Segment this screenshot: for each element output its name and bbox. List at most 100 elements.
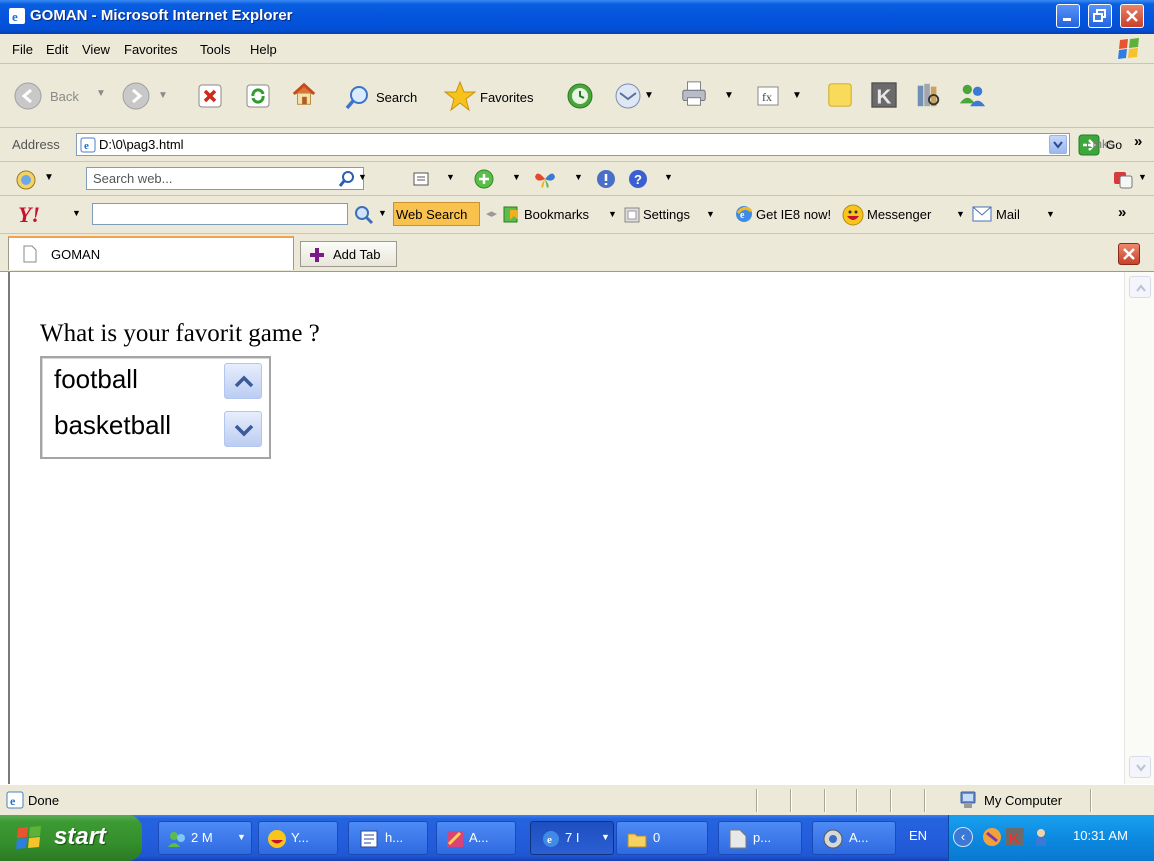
taskbar-item-active[interactable]: e 7 I ▼ bbox=[530, 821, 614, 855]
taskbar-item-label: 0 bbox=[653, 830, 661, 845]
option-football[interactable]: football bbox=[54, 364, 138, 395]
info-circle-icon[interactable] bbox=[596, 169, 616, 189]
scrollbar-up-button[interactable] bbox=[1129, 276, 1151, 298]
print-icon[interactable] bbox=[680, 80, 708, 108]
refresh-icon[interactable] bbox=[244, 82, 272, 110]
taskbar-item[interactable]: 0 bbox=[616, 821, 708, 855]
yahoo-dropdown-icon[interactable]: ▼ bbox=[72, 208, 81, 218]
help-circle-icon[interactable]: ? bbox=[628, 169, 648, 189]
add-tab-button[interactable]: Add Tab bbox=[300, 241, 397, 267]
taskbar-item[interactable]: 2 M ▼ bbox=[158, 821, 252, 855]
edit-dropdown-icon[interactable]: ▼ bbox=[792, 90, 802, 101]
file-icon bbox=[729, 829, 747, 849]
tray-expand-button[interactable]: ‹ bbox=[953, 827, 973, 847]
yahoo-logo[interactable]: Y! bbox=[18, 202, 40, 228]
tray-k-icon[interactable]: K bbox=[1005, 827, 1025, 847]
taskbar-group-arrow-icon: ▼ bbox=[601, 832, 610, 842]
yahoo-search-dropdown-icon[interactable]: ▼ bbox=[378, 208, 387, 218]
mail-button[interactable]: Mail ▼ bbox=[972, 203, 1058, 227]
web-search-input[interactable]: Search web... bbox=[86, 167, 364, 190]
favorites-button[interactable]: Favorites bbox=[444, 80, 554, 112]
search-button[interactable]: Search bbox=[344, 82, 436, 112]
tab-goman[interactable]: GOMAN bbox=[8, 236, 294, 270]
taskbar-item[interactable]: A... bbox=[812, 821, 896, 855]
game-select-listbox[interactable]: football basketball bbox=[40, 356, 271, 459]
messenger-buddies-icon[interactable] bbox=[958, 81, 986, 109]
links-label[interactable]: Links bbox=[1086, 137, 1114, 151]
taskbar-item[interactable]: Y... bbox=[258, 821, 338, 855]
taskbar-item[interactable]: h... bbox=[348, 821, 428, 855]
history-icon[interactable] bbox=[566, 82, 594, 110]
menu-edit[interactable]: Edit bbox=[46, 42, 68, 57]
mail-icon[interactable] bbox=[614, 82, 642, 110]
back-button[interactable]: Back ▼ bbox=[14, 82, 126, 112]
status-divider bbox=[1090, 789, 1092, 812]
taskbar-item-label: 7 I bbox=[565, 830, 580, 845]
blank-page-icon bbox=[23, 245, 37, 263]
messenger-button[interactable]: Messenger ▼ bbox=[842, 203, 966, 227]
tray-user-icon[interactable] bbox=[1031, 827, 1051, 847]
question-text: What is your favorit game ? bbox=[40, 320, 320, 347]
taskbar-item-label: p... bbox=[753, 830, 772, 845]
taskbar-item[interactable]: p... bbox=[718, 821, 802, 855]
close-button[interactable] bbox=[1120, 4, 1144, 28]
address-input[interactable]: e D:\0\pag3.html bbox=[76, 133, 1070, 156]
scroll-down-button[interactable] bbox=[224, 411, 262, 447]
mail-dropdown-icon[interactable]: ▼ bbox=[644, 90, 654, 101]
search-engine-dropdown-icon[interactable]: ▼ bbox=[44, 172, 54, 183]
print-dropdown-icon[interactable]: ▼ bbox=[724, 90, 734, 101]
forward-button[interactable]: ▼ bbox=[122, 82, 174, 112]
taskbar-item[interactable]: A... bbox=[436, 821, 516, 855]
search-options-dropdown-icon[interactable]: ▼ bbox=[358, 172, 367, 182]
butterfly-icon[interactable] bbox=[534, 169, 556, 189]
address-dropdown-button[interactable] bbox=[1049, 135, 1067, 154]
yahoo-search-input[interactable] bbox=[92, 203, 348, 225]
butterfly-dropdown-icon[interactable]: ▼ bbox=[574, 172, 583, 182]
translate-icon[interactable] bbox=[1112, 168, 1134, 190]
yahoo-more-chevron[interactable]: » bbox=[1118, 204, 1126, 221]
sticky-note-icon[interactable] bbox=[826, 81, 854, 109]
menu-view[interactable]: View bbox=[82, 42, 110, 57]
status-divider bbox=[890, 789, 892, 812]
title-bar[interactable]: e GOMAN - Microsoft Internet Explorer bbox=[0, 0, 1154, 34]
highlight-icon[interactable] bbox=[412, 170, 430, 188]
clock[interactable]: 10:31 AM bbox=[1073, 828, 1128, 843]
scrollbar-down-button[interactable] bbox=[1129, 756, 1151, 778]
bookmarks-button[interactable]: Bookmarks ▼ bbox=[502, 203, 618, 227]
web-search-button[interactable]: Web Search bbox=[393, 202, 480, 226]
home-icon[interactable] bbox=[290, 80, 318, 108]
windows-logo-icon bbox=[1118, 38, 1139, 59]
tray-messenger-icon[interactable] bbox=[981, 827, 1003, 847]
yahoo-search-icon[interactable] bbox=[354, 205, 374, 225]
search-engine-icon[interactable] bbox=[16, 170, 36, 190]
search-label: Search bbox=[376, 90, 418, 105]
highlight-dropdown-icon[interactable]: ▼ bbox=[446, 172, 455, 182]
chevron-up-icon bbox=[234, 375, 254, 388]
option-basketball[interactable]: basketball bbox=[54, 410, 171, 441]
stop-icon[interactable] bbox=[196, 82, 224, 110]
links-chevron[interactable]: » bbox=[1134, 133, 1142, 150]
add-green-icon[interactable] bbox=[474, 169, 494, 189]
menu-tools[interactable]: Tools bbox=[200, 42, 230, 57]
settings-button[interactable]: Settings ▼ bbox=[624, 203, 718, 227]
get-ie8-button[interactable]: e Get IE8 now! bbox=[734, 203, 840, 227]
menu-file[interactable]: File bbox=[12, 42, 33, 57]
add-dropdown-icon[interactable]: ▼ bbox=[512, 172, 521, 182]
k-app-icon[interactable]: K bbox=[870, 81, 898, 109]
close-tab-button[interactable] bbox=[1118, 243, 1140, 265]
start-button[interactable]: start bbox=[0, 815, 142, 861]
vertical-scrollbar[interactable] bbox=[1124, 272, 1154, 784]
research-books-icon[interactable] bbox=[914, 81, 942, 109]
web-search-placeholder: Search web... bbox=[93, 171, 173, 186]
scroll-up-button[interactable] bbox=[224, 363, 262, 399]
web-search-label: Web Search bbox=[396, 207, 468, 222]
magnifier-icon[interactable] bbox=[338, 170, 356, 188]
zone-text: My Computer bbox=[984, 793, 1063, 808]
help-dropdown-icon[interactable]: ▼ bbox=[664, 172, 673, 182]
menu-help[interactable]: Help bbox=[250, 42, 277, 57]
menu-favorites[interactable]: Favorites bbox=[124, 42, 177, 57]
edit-page-icon[interactable]: fx bbox=[754, 82, 782, 110]
restore-button[interactable] bbox=[1088, 4, 1112, 28]
translate-dropdown-icon[interactable]: ▼ bbox=[1138, 172, 1147, 182]
minimize-button[interactable] bbox=[1056, 4, 1080, 28]
